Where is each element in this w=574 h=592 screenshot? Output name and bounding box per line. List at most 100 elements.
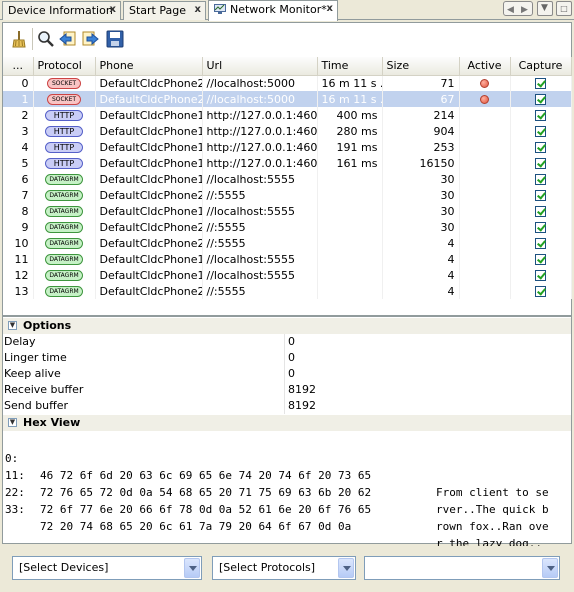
size-cell: 4 [382, 267, 460, 283]
close-icon[interactable]: x [110, 4, 116, 15]
size-cell: 904 [382, 123, 460, 139]
table-row[interactable]: 7 DATAGRM DefaultCldcPhone2//:5555 30 [3, 187, 572, 203]
chevron-down-icon[interactable] [542, 558, 558, 578]
url-cell: //localhost:5000 [202, 75, 318, 91]
scroll-right-icon[interactable]: ▶ [518, 4, 532, 17]
column-header-index[interactable]: ... [3, 57, 34, 76]
property-value[interactable]: 0 [288, 366, 295, 382]
protocol-badge: HTTP [45, 158, 83, 169]
table-row[interactable]: 4 HTTP DefaultCldcPhone1 http://127.0.0.1:4… [3, 139, 572, 155]
table-row[interactable]: 9 DATAGRM DefaultCldcPhone2//:5555 30 [3, 219, 572, 235]
capture-checkbox[interactable] [535, 126, 546, 137]
capture-checkbox[interactable] [535, 190, 546, 201]
phone-cell: DefaultCldcPhone2 [95, 187, 203, 203]
property-value[interactable]: 0 [288, 334, 295, 350]
table-row[interactable]: 10 DATAGRM DefaultCldcPhone2//:5555 4 [3, 235, 572, 251]
row-index: 4 [3, 139, 34, 155]
capture-checkbox[interactable] [535, 286, 546, 297]
phone-cell: DefaultCldcPhone1 [95, 139, 203, 155]
capture-checkbox[interactable] [535, 174, 546, 185]
column-header-active[interactable]: Active [459, 57, 511, 76]
phone-cell: DefaultCldcPhone2 [95, 91, 203, 107]
collapse-icon[interactable]: ▼ [8, 321, 17, 330]
phone-cell: DefaultCldcPhone1 [95, 155, 203, 171]
table-row[interactable]: 12 DATAGRM DefaultCldcPhone1//localhost:55… [3, 267, 572, 283]
export-icon[interactable] [80, 29, 100, 49]
url-cell: //localhost:5555 [202, 267, 318, 283]
select-protocols-dropdown[interactable]: [Select Protocols] [212, 556, 356, 580]
url-cell: //:5555 [202, 283, 318, 299]
table-row[interactable]: 6 DATAGRM DefaultCldcPhone1//localhost:555… [3, 171, 572, 187]
table-row[interactable]: 11 DATAGRM DefaultCldcPhone1//localhost:55… [3, 251, 572, 267]
capture-checkbox[interactable] [535, 158, 546, 169]
url-cell: //localhost:5555 [202, 251, 318, 267]
chevron-down-icon[interactable] [184, 558, 200, 578]
hex-ascii: rver..The quick b [436, 503, 549, 516]
property-value[interactable]: 8192 [288, 382, 316, 398]
collapse-icon[interactable]: ▼ [8, 418, 17, 427]
column-header-capture[interactable]: Capture [510, 57, 572, 76]
capture-checkbox[interactable] [535, 142, 546, 153]
tab-network-monitor[interactable]: Network Monitor* x [208, 0, 338, 21]
property-row: Linger time 0 [3, 350, 571, 366]
capture-checkbox[interactable] [535, 94, 546, 105]
close-icon[interactable]: x [327, 3, 333, 14]
search-icon[interactable] [36, 29, 56, 49]
capture-checkbox[interactable] [535, 238, 546, 249]
select-devices-dropdown[interactable]: [Select Devices] [12, 556, 202, 580]
table-row[interactable]: 2 HTTP DefaultCldcPhone1 http://127.0.0.1:4… [3, 107, 572, 123]
chevron-down-icon[interactable] [338, 558, 354, 578]
protocol-badge: DATAGRM [45, 254, 83, 265]
phone-cell: DefaultCldcPhone1 [95, 251, 203, 267]
capture-checkbox[interactable] [535, 110, 546, 121]
broom-icon[interactable] [9, 29, 29, 49]
property-row: Keep alive 0 [3, 366, 571, 382]
table-row[interactable]: 0 SOCKET DefaultCldcPhone2//localhost:5000… [3, 75, 572, 91]
capture-checkbox[interactable] [535, 222, 546, 233]
scroll-left-icon[interactable]: ◀ [504, 4, 518, 17]
protocol-cell: DATAGRM [33, 219, 96, 235]
tab-start-page[interactable]: Start Page x [123, 1, 206, 20]
capture-cell [510, 123, 572, 139]
property-value[interactable]: 8192 [288, 398, 316, 414]
filter-dropdown[interactable] [364, 556, 560, 580]
capture-cell [510, 219, 572, 235]
capture-cell [510, 139, 572, 155]
protocol-badge: HTTP [45, 110, 83, 121]
active-cell [459, 219, 511, 235]
maximize-button[interactable]: □ [556, 1, 572, 16]
tab-list-dropdown-button[interactable]: ▼ [536, 1, 553, 16]
save-icon[interactable] [105, 29, 125, 49]
column-header-size[interactable]: Size [382, 57, 460, 76]
table-row[interactable]: 1 SOCKET DefaultCldcPhone2//localhost:5000… [3, 91, 572, 107]
column-header-time[interactable]: Time [317, 57, 383, 76]
close-icon[interactable]: x [195, 4, 201, 15]
capture-checkbox[interactable] [535, 254, 546, 265]
hex-offset: 33: [5, 503, 25, 516]
phone-cell: DefaultCldcPhone1 [95, 203, 203, 219]
table-row[interactable]: 13 DATAGRM DefaultCldcPhone2//:5555 4 [3, 283, 572, 299]
protocol-cell: DATAGRM [33, 235, 96, 251]
options-section-header[interactable]: ▼ Options [3, 318, 571, 334]
table-row[interactable]: 3 HTTP DefaultCldcPhone1 http://127.0.0.1:4… [3, 123, 572, 139]
column-header-url[interactable]: Url [202, 57, 318, 76]
tab-device-information[interactable]: Device Information x [2, 1, 121, 20]
options-title: Options [23, 319, 72, 332]
hex-view-section-header[interactable]: ▼ Hex View [3, 415, 571, 431]
capture-checkbox[interactable] [535, 270, 546, 281]
protocol-cell: SOCKET [33, 75, 96, 91]
url-cell: //localhost:5555 [202, 171, 318, 187]
table-row[interactable]: 5 HTTP DefaultCldcPhone1 http://127.0.0.1:4… [3, 155, 572, 171]
protocol-badge: DATAGRM [45, 222, 83, 233]
column-header-phone[interactable]: Phone [95, 57, 203, 76]
capture-checkbox[interactable] [535, 206, 546, 217]
import-icon[interactable] [58, 29, 78, 49]
property-value[interactable]: 0 [288, 350, 295, 366]
time-cell: 191 ms [317, 139, 383, 155]
time-cell: 400 ms [317, 107, 383, 123]
column-header-protocol[interactable]: Protocol [33, 57, 96, 76]
active-cell [459, 171, 511, 187]
table-row[interactable]: 8 DATAGRM DefaultCldcPhone1//localhost:555… [3, 203, 572, 219]
capture-checkbox[interactable] [535, 78, 546, 90]
property-row: Receive buffer 8192 [3, 382, 571, 398]
